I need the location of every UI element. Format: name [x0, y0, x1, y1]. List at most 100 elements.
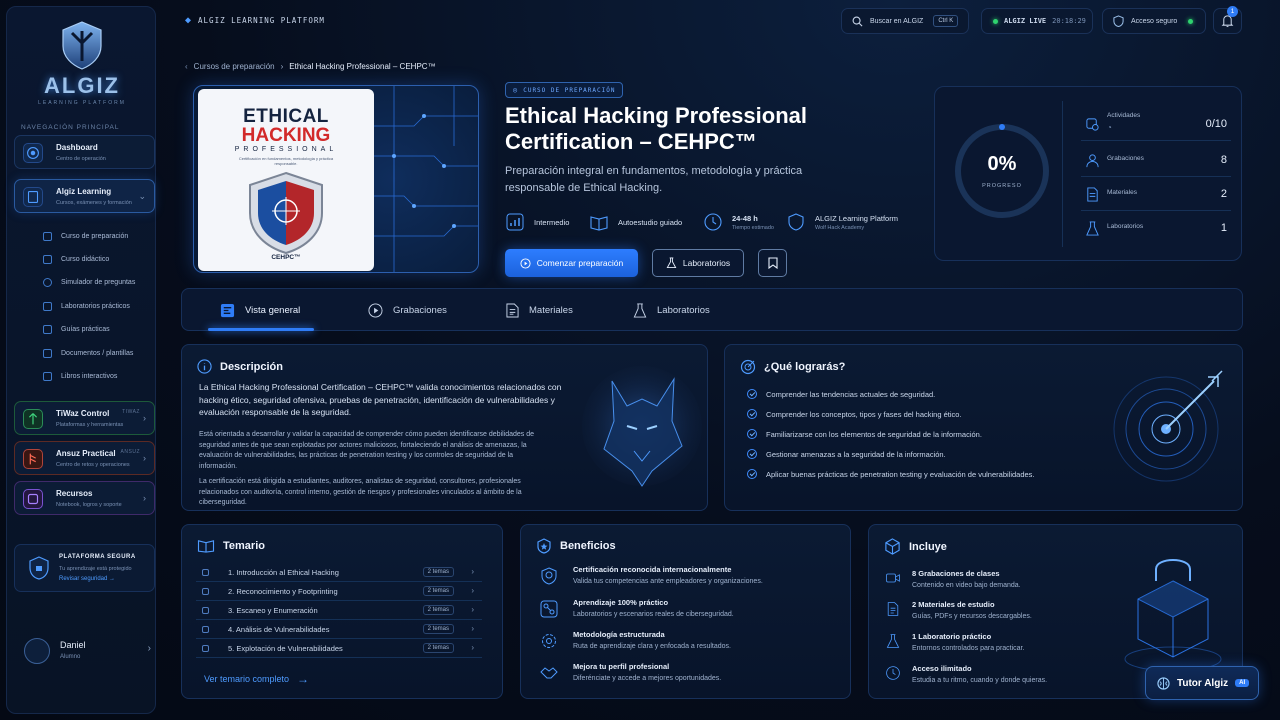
full-syllabus-label: Ver temario completo: [204, 674, 290, 684]
breadcrumb-parent[interactable]: Cursos de preparación: [194, 62, 275, 71]
syllabus-row-count: 2 temas: [422, 567, 454, 577]
includes-title: Incluye: [884, 538, 947, 555]
certificate-icon: [541, 567, 557, 585]
review-security-link[interactable]: Revisar seguridad →: [59, 576, 115, 582]
sidebar-item-title: Ansuz Practical: [56, 449, 116, 458]
chevron-right-icon: ›: [143, 453, 146, 463]
search-bar[interactable]: Buscar en ALGIZ Ctrl K: [841, 8, 969, 34]
document-icon: [506, 303, 519, 317]
live-dot-icon: [993, 18, 998, 24]
course-type-label: CURSO DE PREPARACIÓN: [523, 86, 616, 94]
quiz-icon: [43, 277, 52, 287]
secure-subtitle: Tu aprendizaje está protegido: [59, 566, 132, 572]
description-panel: Descripción La Ethical Hacking Professio…: [181, 344, 708, 511]
user-profile[interactable]: Daniel Alumno ›: [14, 629, 155, 674]
logo[interactable]: ALGIZ LEARNING PLATFORM: [7, 19, 157, 106]
bar-chart-icon: [506, 213, 524, 231]
tab-laboratorios[interactable]: Laboratorios: [633, 289, 710, 331]
course-tabs: Vista general Grabaciones Materiales Lab…: [181, 288, 1243, 331]
sidebar-subitem-curso-preparacion[interactable]: Curso de preparación: [43, 229, 128, 243]
course-type-badge: ◎ CURSO DE PREPARACIÓN: [505, 82, 624, 98]
handshake-icon: [540, 667, 558, 679]
tab-vista-general[interactable]: Vista general: [220, 289, 300, 331]
star-badge-icon: [537, 538, 551, 554]
nav-heading: NAVEGACIÓN PRINCIPAL: [21, 124, 120, 131]
syllabus-row[interactable]: 3. Escaneo y Enumeración 2 temas ›: [196, 602, 482, 620]
document-icon: [887, 602, 899, 616]
tutor-algiz-button[interactable]: Tutor Algiz AI: [1145, 666, 1259, 700]
include-desc: Guías, PDFs y recursos descargables.: [912, 613, 1032, 620]
ansuz-icon: [23, 449, 43, 469]
notifications-button[interactable]: 1: [1213, 6, 1242, 34]
full-syllabus-link[interactable]: Ver temario completo →: [204, 672, 309, 686]
sidebar-item-dashboard[interactable]: Dashboard Centro de operación: [14, 135, 155, 169]
syllabus-row[interactable]: 2. Reconocimiento y Footprinting 2 temas ›: [196, 583, 482, 601]
course-mode-label: Autoestudio guiado: [618, 217, 683, 227]
subitem-label: Curso de preparación: [61, 232, 129, 240]
clock-icon: [704, 213, 722, 231]
secure-dot-icon: [1188, 18, 1194, 24]
tab-materiales[interactable]: Materiales: [506, 289, 573, 331]
file-icon: [43, 348, 52, 358]
sidebar-subitem-guias[interactable]: Guías prácticas: [43, 322, 110, 336]
user-name: Daniel: [60, 640, 86, 650]
platform-label-text: ALGIZ LEARNING PLATFORM: [198, 16, 325, 25]
secure-access[interactable]: Acceso seguro: [1102, 8, 1206, 34]
sidebar-subitem-libros[interactable]: Libros interactivos: [43, 369, 117, 383]
info-icon: [197, 359, 212, 374]
arrow-right-icon: →: [297, 672, 310, 686]
book-cover: ETHICAL HACKING PROFESSIONAL Certificaci…: [198, 89, 374, 271]
labs-button[interactable]: Laboratorios: [652, 249, 744, 277]
sidebar-subitem-curso-didactico[interactable]: Curso didáctico: [43, 252, 109, 266]
breadcrumb: ‹ Cursos de preparación › Ethical Hackin…: [185, 62, 436, 71]
chevron-left-icon[interactable]: ‹: [185, 62, 188, 71]
book-code: CEHPC™: [271, 254, 301, 261]
sidebar: ALGIZ LEARNING PLATFORM NAVEGACIÓN PRINC…: [6, 6, 156, 714]
goal-item: Gestionar amenazas a la seguridad de la …: [747, 449, 946, 459]
syllabus-row[interactable]: 5. Explotación de Vulnerabilidades 2 tema…: [196, 640, 482, 658]
syllabus-row-count: 2 temas: [422, 605, 454, 615]
include-title: 8 Grabaciones de clases: [912, 569, 1000, 578]
review-security-label: Revisar seguridad: [59, 576, 108, 582]
activities-icon: [1086, 118, 1099, 131]
live-status[interactable]: ALGIZ LIVE 20:18:29: [981, 8, 1093, 34]
tab-grabaciones[interactable]: Grabaciones: [368, 289, 447, 331]
include-desc: Contenido en video bajo demanda.: [912, 582, 1021, 589]
syllabus-row[interactable]: 1. Introducción al Ethical Hacking 2 tema…: [196, 564, 482, 582]
syllabus-panel: Temario 1. Introducción al Ethical Hacki…: [181, 524, 503, 699]
user-role: Alumno: [60, 654, 81, 660]
bookmark-icon: [767, 257, 778, 269]
sidebar-item-recursos[interactable]: Recursos Notebook, logros y soporte ›: [14, 481, 155, 515]
search-icon: [852, 16, 863, 26]
sidebar-item-ansuz[interactable]: Ansuz Practical Centro de retos y operac…: [14, 441, 155, 475]
sidebar-subitem-documentos[interactable]: Documentos / plantillas: [43, 346, 133, 360]
subitem-label: Laboratorios prácticos: [61, 302, 130, 310]
circuit-pattern-icon: [374, 86, 478, 272]
sidebar-subitem-laboratorios[interactable]: Laboratorios prácticos: [43, 299, 130, 313]
sidebar-item-tag: ANSUZ: [120, 449, 140, 455]
tab-label: Materiales: [529, 304, 573, 316]
sidebar-item-algiz-learning[interactable]: Algiz Learning Cursos, exámenes y formac…: [14, 179, 155, 213]
book-tagline: Certificación en fundamentos, metodologí…: [238, 156, 334, 166]
goal-item: Comprender las tendencias actuales de se…: [747, 389, 935, 399]
start-preparation-label: Comenzar preparación: [536, 258, 624, 268]
stat-recordings: Grabaciones 8: [1081, 143, 1231, 177]
syllabus-row-label: 2. Reconocimiento y Footprinting: [228, 587, 338, 596]
logo-text: ALGIZ: [44, 73, 120, 98]
course-duration-label: 24-48 h: [732, 213, 758, 223]
benefit-desc: Laboratorios y escenarios reales de cibe…: [573, 611, 734, 618]
bookmark-button[interactable]: [758, 249, 787, 277]
goal-text: Gestionar amenazas a la seguridad de la …: [766, 449, 946, 459]
syllabus-row[interactable]: 4. Análisis de Vulnerabilidades 2 temas ›: [196, 621, 482, 639]
checkbox-icon: [202, 626, 209, 633]
sidebar-item-subtitle: Plataformas y herramientas: [56, 422, 124, 428]
sidebar-subitem-simulador[interactable]: Simulador de preguntas: [43, 275, 135, 289]
check-circle-icon: [747, 429, 757, 439]
sidebar-item-tiwaz[interactable]: TiWaz Control Plataformas y herramientas…: [14, 401, 155, 435]
benefits-title-text: Beneficios: [560, 540, 616, 552]
sidebar-item-tag: TIWAZ: [122, 409, 140, 415]
sidebar-item-title: Dashboard: [56, 143, 98, 152]
start-preparation-button[interactable]: Comenzar preparación: [505, 249, 638, 277]
sidebar-item-title: TiWaz Control: [56, 409, 110, 418]
goals-title-text: ¿Qué lograrás?: [764, 361, 846, 373]
